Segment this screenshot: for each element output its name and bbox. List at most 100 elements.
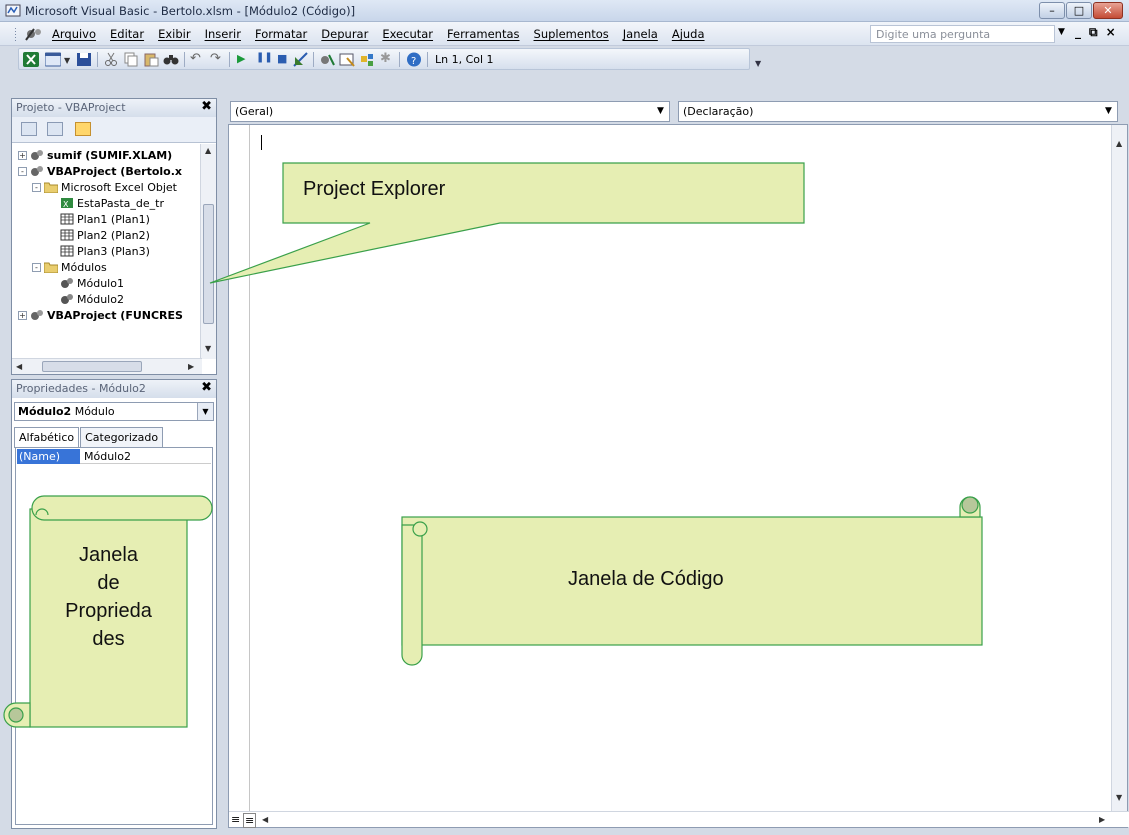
maximize-icon: □ [1073,4,1085,17]
properties-window-icon[interactable] [339,52,355,67]
chevron-down-icon[interactable]: ▼ [1100,102,1117,121]
mdi-restore-icon[interactable]: ⧉ [1089,25,1098,40]
menu-arquivo[interactable]: Arquivo [52,27,96,41]
tree-item-modulos[interactable]: - Módulos [32,259,107,275]
menu-ajuda[interactable]: Ajuda [672,27,705,41]
tree-item-plan2[interactable]: Plan2 (Plan2) [60,227,150,243]
menu-exibir[interactable]: Exibir [158,27,191,41]
collapse-icon[interactable]: - [32,262,41,272]
code-vertical-scrollbar[interactable]: ▲ ▼ [1111,125,1127,811]
scroll-down-icon[interactable]: ▼ [205,344,211,353]
mdi-close-icon[interactable]: × [1106,25,1116,40]
scroll-right-icon[interactable]: ▶ [188,362,194,371]
code-editor[interactable]: ▲ ▼ ≡ ≡ ◀ ▶ [228,124,1129,828]
insert-userform-icon[interactable] [45,52,61,67]
scroll-right-icon[interactable]: ▶ [1099,815,1105,824]
project-explorer-icon[interactable] [319,52,335,67]
paste-icon[interactable] [143,52,159,67]
vba-editor-icon[interactable] [24,26,46,42]
tree-item-vbaproject-funcres[interactable]: + VBAProject (FUNCRES [18,307,183,323]
code-margin[interactable] [229,125,250,827]
tree-item-plan3[interactable]: Plan3 (Plan3) [60,243,150,259]
scroll-left-icon[interactable]: ◀ [262,815,268,824]
sheet-icon [60,213,74,225]
sheet-icon [60,245,74,257]
scroll-left-icon[interactable]: ◀ [16,362,22,371]
scroll-up-icon[interactable]: ▲ [205,146,211,155]
tree-item-modulo2[interactable]: Módulo2 [60,291,124,307]
toolbar-options-icon[interactable]: ▼ [755,59,761,68]
expand-icon[interactable]: + [18,310,27,320]
collapse-icon[interactable]: - [32,182,41,192]
tree-item-excel-objects[interactable]: - Microsoft Excel Objet [32,179,177,195]
help-icon[interactable]: ? [406,52,422,67]
menu-formatar[interactable]: Formatar [255,27,307,41]
procedure-combo[interactable]: (Declaração) ▼ [678,101,1118,122]
tree-item-vbaproject-bertolo[interactable]: - VBAProject (Bertolo.x [18,163,182,179]
collapse-icon[interactable]: - [18,166,27,176]
menu-janela[interactable]: Janela [623,27,658,41]
project-vertical-scrollbar[interactable]: ▲ ▼ [200,144,216,359]
reset-icon[interactable]: ■ [277,52,287,65]
scroll-down-icon[interactable]: ▼ [1116,793,1122,802]
excel-view-icon[interactable] [23,52,39,67]
copy-icon[interactable] [123,52,139,67]
menu-inserir[interactable]: Inserir [205,27,241,41]
vba-project-icon [31,310,43,320]
insert-dropdown-icon[interactable]: ▼ [64,56,70,65]
cut-icon[interactable] [103,52,119,67]
object-select[interactable]: Módulo2 Módulo ▼ [14,402,214,421]
window-title: Microsoft Visual Basic - Bertolo.xlsm - … [25,4,356,18]
mdi-minimize-icon[interactable]: _ [1075,25,1081,40]
tree-item-sumif[interactable]: + sumif (SUMIF.XLAM) [18,147,172,163]
design-mode-icon[interactable] [293,52,309,67]
view-object-icon[interactable] [47,122,63,136]
menu-editar[interactable]: Editar [110,27,144,41]
tree-item-estapasta[interactable]: X EstaPasta_de_tr [60,195,164,211]
menu-depurar[interactable]: Depurar [321,27,368,41]
undo-icon[interactable]: ↶ [190,51,201,66]
find-icon[interactable] [163,52,179,67]
question-input[interactable]: Digite uma pergunta [870,25,1055,43]
run-icon[interactable]: ▶ [237,52,245,65]
svg-text:?: ? [411,56,416,67]
scroll-up-icon[interactable]: ▲ [1116,139,1122,148]
object-combo[interactable]: (Geral) ▼ [230,101,670,122]
minimize-button[interactable]: – [1039,2,1065,19]
menu-suplementos[interactable]: Suplementos [534,27,609,41]
question-dropdown-icon[interactable]: ▼ [1058,27,1065,37]
project-horizontal-scrollbar[interactable]: ◀ ▶ [12,358,202,374]
chevron-down-icon[interactable]: ▼ [197,403,213,420]
svg-text:X: X [63,200,69,209]
minimize-icon: – [1049,4,1055,17]
property-value[interactable]: Módulo2 [80,449,211,464]
break-icon[interactable]: ❚❚ [256,52,273,63]
property-row[interactable]: (Name) Módulo2 [17,449,211,464]
project-panel-close-icon[interactable]: ✖ [201,99,212,114]
tree-item-plan1[interactable]: Plan1 (Plan1) [60,211,150,227]
code-horizontal-scrollbar[interactable]: ≡ ≡ ◀ ▶ [229,811,1129,828]
toggle-folders-icon[interactable] [75,122,91,136]
chevron-down-icon[interactable]: ▼ [652,102,669,121]
object-browser-icon[interactable] [359,52,375,67]
tree-item-modulo1[interactable]: Módulo1 [60,275,124,291]
close-button[interactable]: ✕ [1093,2,1123,19]
toolbox-icon[interactable]: ✱ [380,51,391,66]
properties-panel-close-icon[interactable]: ✖ [201,380,212,395]
tab-categorizado[interactable]: Categorizado [80,427,164,447]
menu-executar[interactable]: Executar [382,27,433,41]
procedure-view-icon[interactable]: ≡ [231,813,240,826]
scroll-thumb[interactable] [203,204,214,324]
save-icon[interactable] [76,52,92,67]
redo-icon[interactable]: ↷ [210,51,221,66]
menu-ferramentas[interactable]: Ferramentas [447,27,519,41]
module-icon [61,294,73,304]
expand-icon[interactable]: + [18,150,27,160]
menubar-grip[interactable] [14,27,17,41]
sheet-icon [60,229,74,241]
scroll-thumb[interactable] [42,361,142,372]
full-module-view-icon[interactable]: ≡ [243,813,257,828]
tab-alfabetico[interactable]: Alfabético [14,427,80,448]
maximize-button[interactable]: □ [1066,2,1092,19]
view-code-icon[interactable] [21,122,37,136]
